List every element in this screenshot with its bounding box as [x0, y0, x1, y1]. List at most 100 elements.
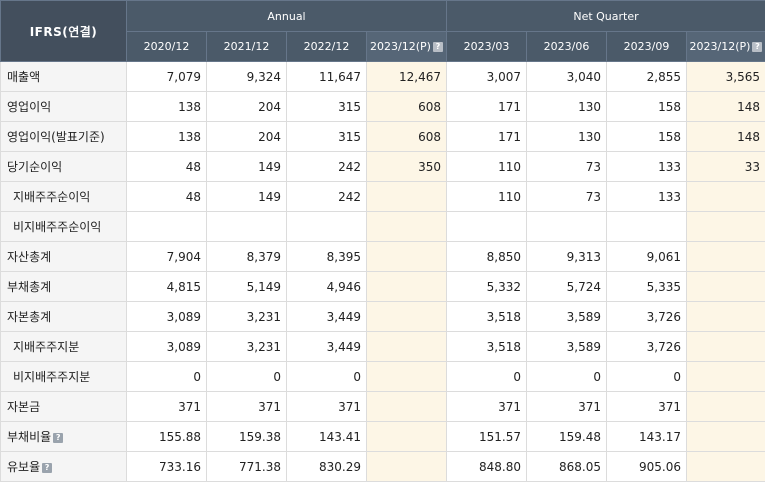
table-cell: 371 [127, 392, 207, 422]
question-mark-icon[interactable]: ? [752, 42, 762, 52]
table-row: 유보율?733.16771.38830.29848.80868.05905.06 [1, 452, 765, 482]
table-cell: 148 [687, 122, 765, 152]
table-row: 자본금371371371371371371 [1, 392, 765, 422]
table-cell [687, 182, 765, 212]
table-cell: 9,061 [607, 242, 687, 272]
table-cell: 3,726 [607, 302, 687, 332]
table-cell: 3,231 [207, 302, 287, 332]
row-header: 지배주주순이익 [1, 182, 127, 212]
table-cell: 3,518 [447, 302, 527, 332]
table-cell: 130 [527, 92, 607, 122]
table-cell: 158 [607, 92, 687, 122]
table-cell: 159.38 [207, 422, 287, 452]
table-cell: 3,518 [447, 332, 527, 362]
row-header: 부채비율? [1, 422, 127, 452]
row-label: 매출액 [7, 70, 40, 84]
table-cell: 149 [207, 182, 287, 212]
quarter-period-header: 2023/03 [447, 32, 527, 62]
annual-period-header: 2023/12(P)? [367, 32, 447, 62]
row-header: 영업이익(발표기준) [1, 122, 127, 152]
table-cell: 3,449 [287, 332, 367, 362]
table-cell: 0 [207, 362, 287, 392]
row-header: 영업이익 [1, 92, 127, 122]
table-cell: 8,850 [447, 242, 527, 272]
table-cell: 12,467 [367, 62, 447, 92]
table-cell: 0 [447, 362, 527, 392]
annual-period-header: 2021/12 [207, 32, 287, 62]
row-header: 자본금 [1, 392, 127, 422]
table-cell [207, 212, 287, 242]
row-label: 당기순이익 [7, 160, 62, 174]
table-cell: 138 [127, 122, 207, 152]
table-row: 영업이익(발표기준) 138204315608171130158148 [1, 122, 765, 152]
table-cell [367, 272, 447, 302]
row-label: 지배주주순이익 [13, 190, 90, 204]
row-header: 유보율? [1, 452, 127, 482]
net-quarter-group-header: Net Quarter [447, 1, 765, 32]
table-cell: 3,726 [607, 332, 687, 362]
annual-period-header: 2022/12 [287, 32, 367, 62]
table-cell [367, 452, 447, 482]
table-row: 비지배주주지분000000 [1, 362, 765, 392]
table-cell: 48 [127, 182, 207, 212]
row-label: 자본총계 [7, 310, 51, 324]
row-label: 영업이익(발표기준) [7, 130, 105, 144]
table-cell: 3,007 [447, 62, 527, 92]
table-row: 매출액7,0799,32411,64712,4673,0073,0402,855… [1, 62, 765, 92]
table-cell: 371 [207, 392, 287, 422]
row-header: 당기순이익 [1, 152, 127, 182]
period-label: 2021/12 [224, 40, 270, 53]
table-cell: 158 [607, 122, 687, 152]
table-cell: 159.48 [527, 422, 607, 452]
table-row: 영업이익138204315608171130158148 [1, 92, 765, 122]
table-cell [367, 392, 447, 422]
row-header: 비지배주주지분 [1, 362, 127, 392]
question-mark-icon[interactable]: ? [53, 433, 63, 443]
row-label: 유보율 [7, 460, 40, 474]
period-label: 2023/03 [464, 40, 510, 53]
question-mark-icon[interactable]: ? [433, 42, 443, 52]
table-cell: 171 [447, 92, 527, 122]
table-cell: 608 [367, 92, 447, 122]
table-cell [367, 182, 447, 212]
table-cell: 905.06 [607, 452, 687, 482]
table-cell [687, 422, 765, 452]
table-cell: 8,395 [287, 242, 367, 272]
accounting-standard-label: IFRS(연결) [1, 1, 127, 62]
table-cell: 133 [607, 182, 687, 212]
table-cell: 4,815 [127, 272, 207, 302]
table-cell [287, 212, 367, 242]
table-cell: 149 [207, 152, 287, 182]
table-cell [687, 392, 765, 422]
table-cell [367, 362, 447, 392]
table-cell: 371 [607, 392, 687, 422]
annual-period-header: 2020/12 [127, 32, 207, 62]
table-cell: 7,904 [127, 242, 207, 272]
table-cell: 3,089 [127, 332, 207, 362]
table-cell [367, 422, 447, 452]
table-cell: 868.05 [527, 452, 607, 482]
table-cell [687, 242, 765, 272]
table-cell: 171 [447, 122, 527, 152]
table-cell: 315 [287, 122, 367, 152]
table-cell: 3,589 [527, 302, 607, 332]
table-cell: 2,855 [607, 62, 687, 92]
table-cell: 204 [207, 122, 287, 152]
table-cell: 130 [527, 122, 607, 152]
period-label: 2023/12(P) [370, 40, 431, 53]
table-cell: 9,313 [527, 242, 607, 272]
question-mark-icon[interactable]: ? [42, 463, 52, 473]
table-cell: 350 [367, 152, 447, 182]
row-header: 매출액 [1, 62, 127, 92]
table-cell: 3,565 [687, 62, 765, 92]
row-label: 비지배주주지분 [13, 370, 90, 384]
table-cell: 608 [367, 122, 447, 152]
table-cell: 3,040 [527, 62, 607, 92]
table-row: 자산총계7,9048,3798,3958,8509,3139,061 [1, 242, 765, 272]
table-cell: 771.38 [207, 452, 287, 482]
table-cell: 242 [287, 152, 367, 182]
table-cell: 11,647 [287, 62, 367, 92]
table-row: 비지배주주순이익 [1, 212, 765, 242]
table-cell: 155.88 [127, 422, 207, 452]
table-cell: 3,231 [207, 332, 287, 362]
